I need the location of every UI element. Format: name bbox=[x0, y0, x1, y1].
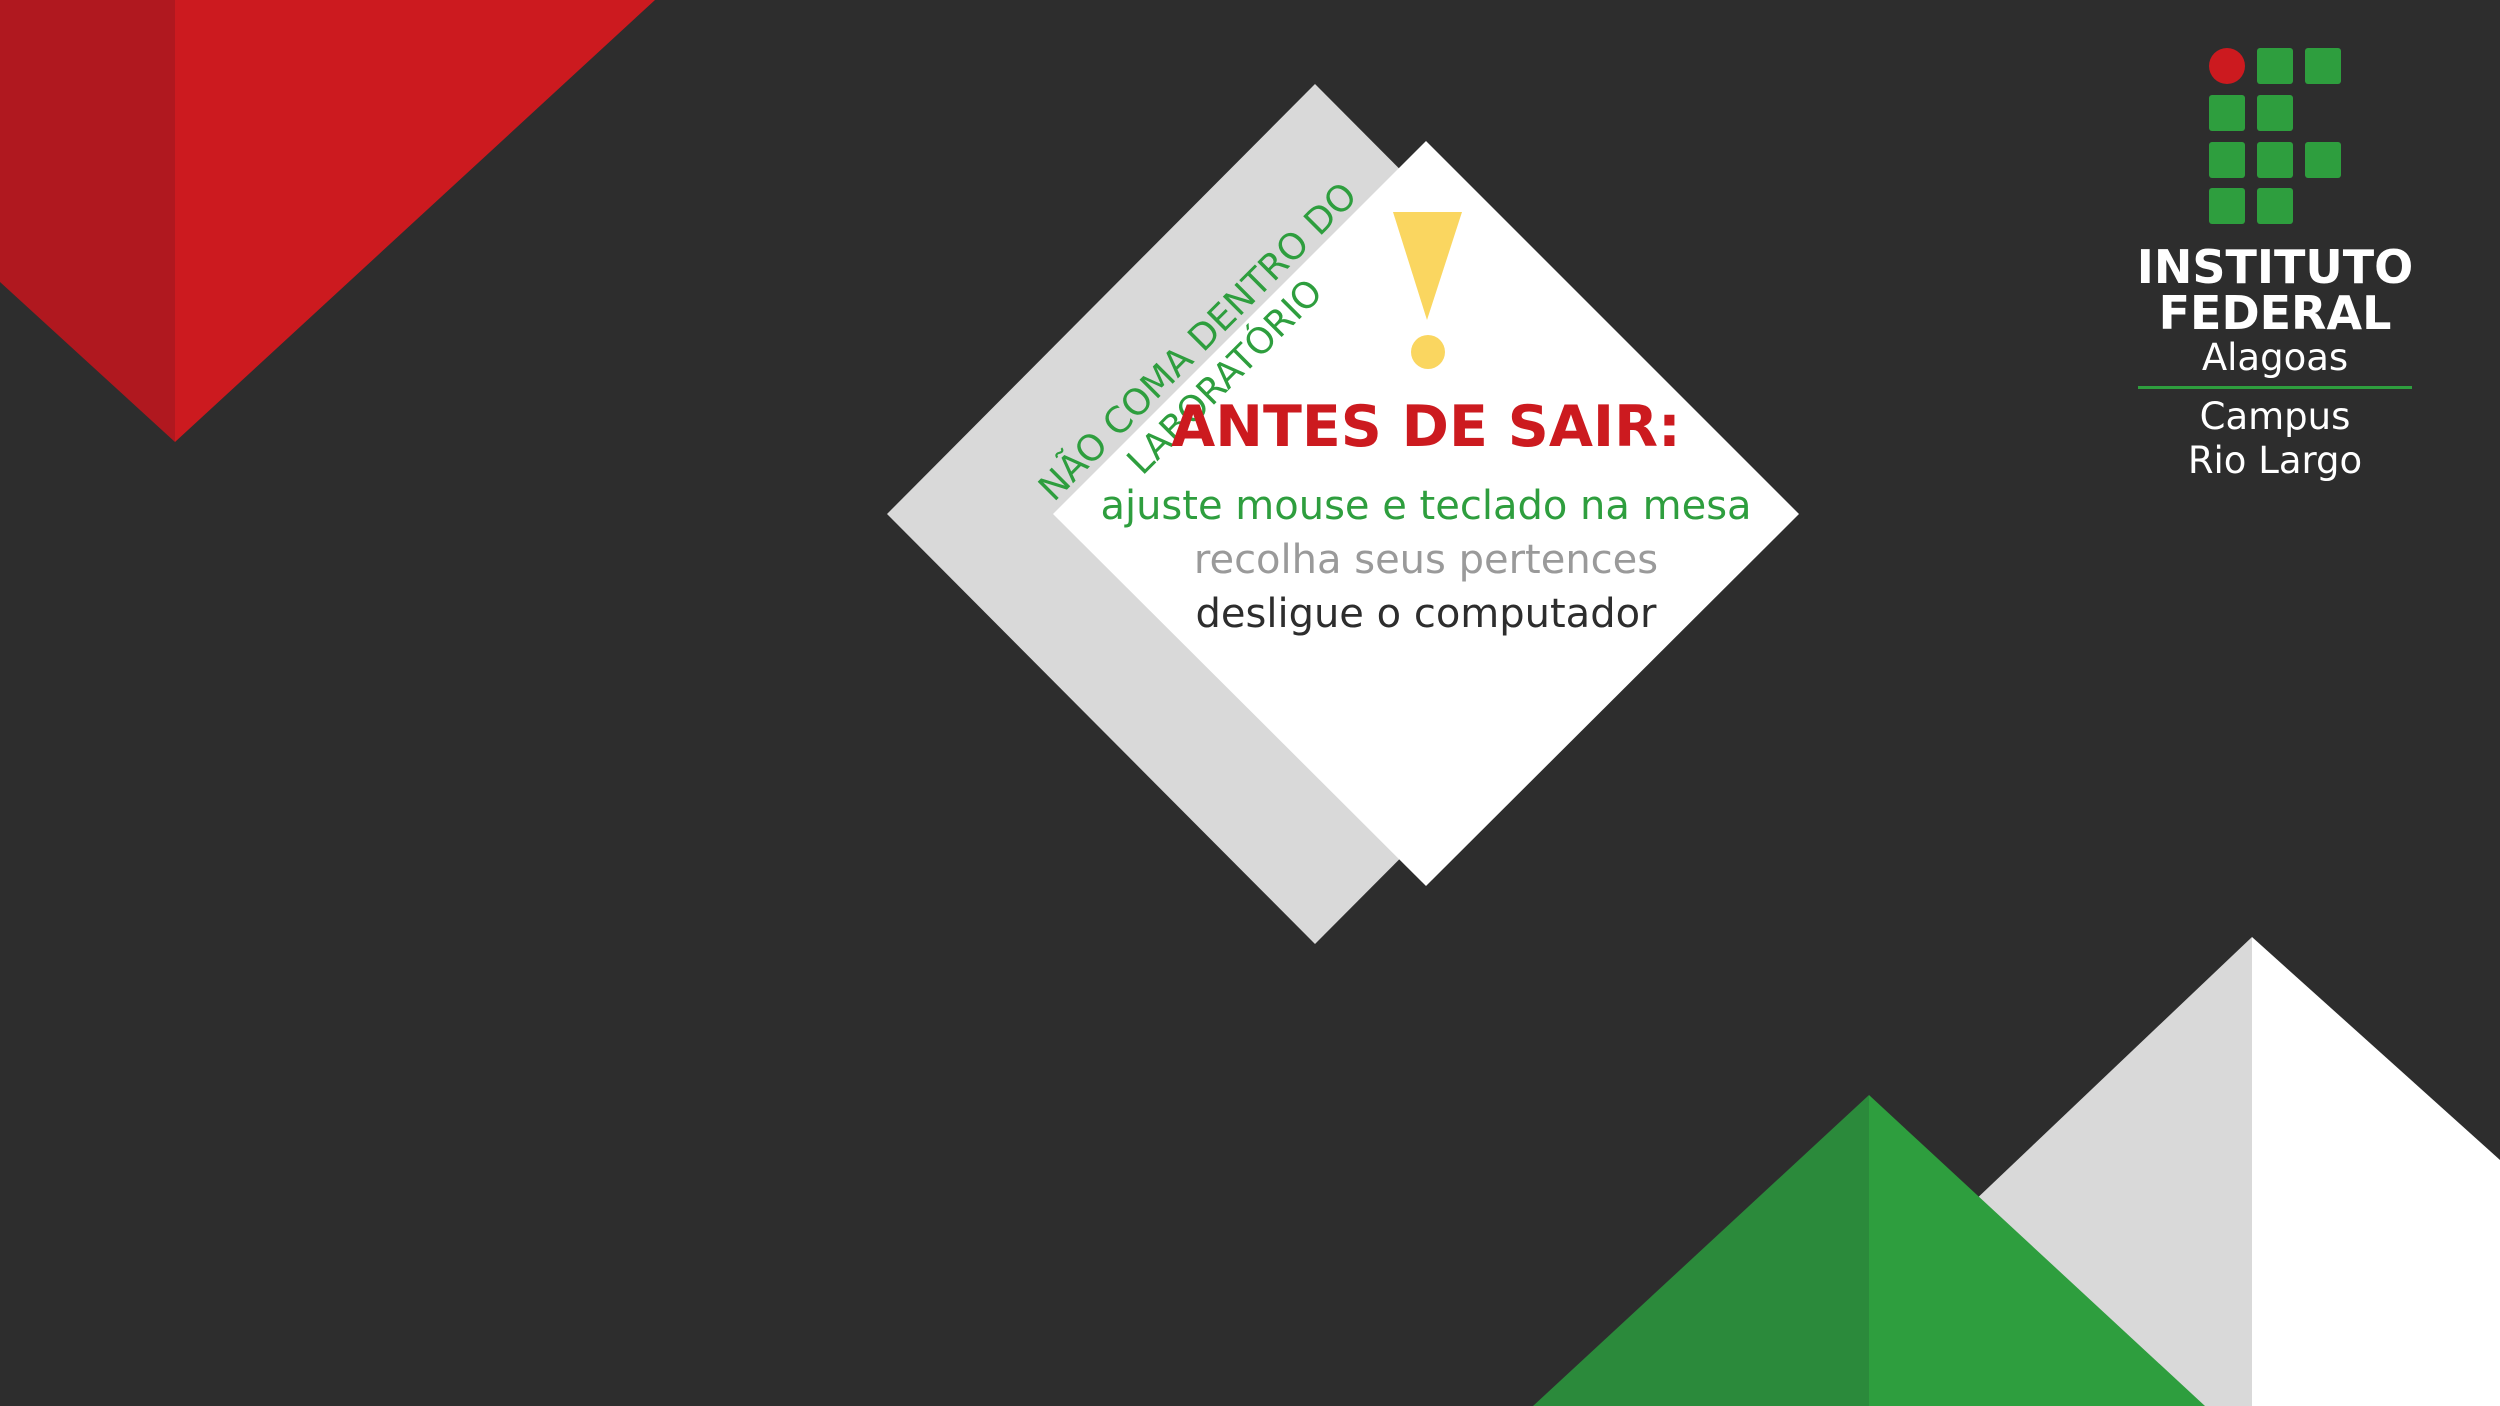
background-shapes bbox=[0, 0, 2500, 1406]
institution-state: Alagoas bbox=[2138, 336, 2412, 389]
institution-name-line-2: FEDERAL bbox=[2158, 286, 2392, 340]
institution-logo: INSTITUTO FEDERAL Alagoas Campus Rio Lar… bbox=[2130, 48, 2420, 483]
notice-slide: NÃO COMA DENTRO DO LABORATÓRIO ANTES DE … bbox=[0, 0, 2500, 1406]
green-triangle-dark bbox=[1533, 1095, 1869, 1406]
instruction-shutdown: desligue o computador bbox=[1195, 591, 1657, 637]
institution-campus: Campus Rio Largo bbox=[2130, 395, 2420, 483]
institution-name-line-1: INSTITUTO bbox=[2136, 240, 2414, 294]
logo-grid-icon bbox=[2209, 48, 2341, 224]
white-triangle bbox=[2252, 937, 2500, 1406]
campus-line-1: Campus bbox=[2199, 395, 2351, 438]
red-triangle-dark bbox=[0, 0, 175, 442]
campus-line-2: Rio Largo bbox=[2187, 439, 2363, 482]
instruction-adjust: ajuste mouse e teclado na mesa bbox=[1100, 483, 1752, 529]
instruction-belongings: recolha seus pertences bbox=[1193, 537, 1659, 583]
institution-name: INSTITUTO FEDERAL bbox=[2130, 244, 2420, 336]
notice-heading: ANTES DE SAIR: bbox=[1171, 394, 1681, 460]
red-triangle bbox=[175, 0, 655, 442]
